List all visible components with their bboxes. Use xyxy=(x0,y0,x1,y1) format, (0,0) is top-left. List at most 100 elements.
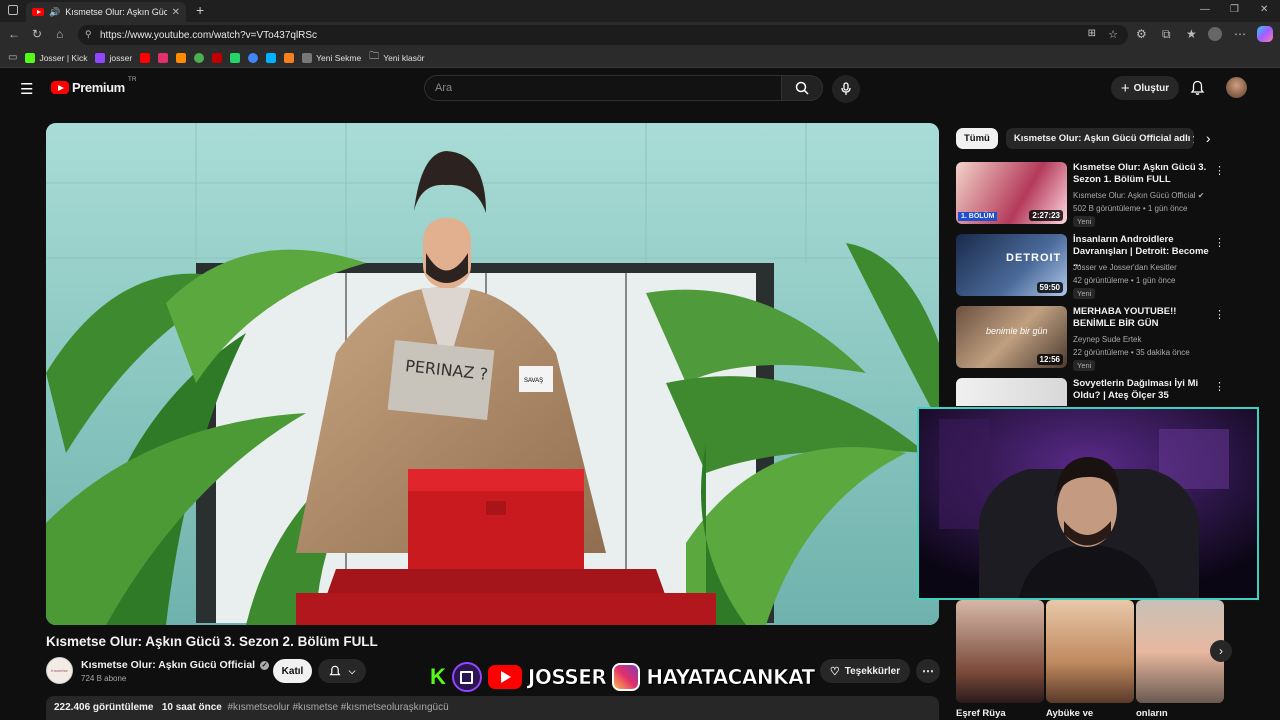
search-button[interactable] xyxy=(781,75,823,101)
video-player[interactable]: PERINAZ ? SAVAŞ xyxy=(46,123,939,625)
create-button[interactable]: + Oluştur xyxy=(1111,76,1179,100)
copilot-icon[interactable] xyxy=(1257,26,1273,42)
favorites-icon[interactable]: ★ xyxy=(1186,27,1197,41)
more-actions-icon[interactable]: ⋯ xyxy=(916,659,940,683)
bookmark-5[interactable] xyxy=(194,52,205,63)
short-thumbnail[interactable] xyxy=(956,600,1044,703)
thanks-button[interactable]: ♡ Teşekkürler xyxy=(820,659,910,683)
more-menu-icon[interactable]: ⋯ xyxy=(1234,27,1246,41)
new-badge: Yeni xyxy=(1073,216,1096,227)
bookmark-icon xyxy=(176,52,187,63)
video-meta: 42 görüntüleme • 1 gün önce xyxy=(1073,276,1176,285)
voice-search-button[interactable] xyxy=(832,75,860,103)
youtube-header: ☰ Premium TR Ara + Oluştur xyxy=(0,68,1280,108)
chip-channel[interactable]: Kısmetse Olur: Aşkın Gücü Official adlı … xyxy=(1005,127,1194,149)
more-options-icon[interactable]: ⋮ xyxy=(1214,164,1225,177)
short-thumbnail[interactable] xyxy=(1046,600,1134,703)
bookmark-icon xyxy=(230,52,241,63)
browser-tab-bar: 🔊 Kısmetse Olur: Aşkın Gücü 3 ✕ + — ❐ ✕ xyxy=(0,0,1280,22)
join-button[interactable]: Katıl xyxy=(273,659,312,683)
bookmark-icon xyxy=(284,52,295,63)
kick-logo-icon: K xyxy=(430,664,446,689)
short-title: Aybüke ve xyxy=(1046,708,1094,719)
maximize-icon[interactable]: ❐ xyxy=(1230,4,1239,15)
video-title: Sovyetlerin Dağılması İyi Mi Oldu? | Ate… xyxy=(1073,378,1199,401)
chevron-right-icon[interactable]: › xyxy=(1202,130,1211,146)
related-video-item[interactable]: DETROIT 59:50 İnsanların Androidlere Dav… xyxy=(956,234,1226,300)
related-video-item[interactable]: 1. BÖLÜM 2:27:23 Kısmetse Olur: Aşkın Gü… xyxy=(956,162,1226,228)
bookmark-8[interactable] xyxy=(248,52,259,63)
bookmark-4[interactable] xyxy=(176,52,187,63)
youtube-favicon-icon xyxy=(32,8,44,16)
bookmark-10[interactable] xyxy=(284,52,295,63)
minimize-icon[interactable]: — xyxy=(1200,4,1210,15)
new-badge: Yeni xyxy=(1073,360,1096,371)
plus-icon: + xyxy=(1120,79,1130,97)
bookmark-menu-icon[interactable]: ▭ xyxy=(8,52,17,63)
overlay-name-instagram: HAYATACANKAT xyxy=(646,665,815,690)
bookmark-1[interactable]: josser xyxy=(95,52,132,63)
video-thumbnail[interactable] xyxy=(956,378,1067,406)
video-duration: 2:27:23 xyxy=(1029,210,1063,221)
twitch-logo-icon xyxy=(451,662,482,692)
instagram-icon xyxy=(158,52,169,63)
hashtags[interactable]: #kısmetseolur #kısmetse #kısmetseoluraşk… xyxy=(227,702,448,713)
channel-name-row[interactable]: Kısmetse Olur: Aşkın Gücü Official ✓ xyxy=(81,659,270,671)
profile-avatar[interactable] xyxy=(1208,27,1222,41)
chevron-down-icon: ⌵ xyxy=(348,665,356,676)
notifications-bell-icon[interactable] xyxy=(1190,80,1205,96)
related-video-item[interactable]: Sovyetlerin Dağılması İyi Mi Oldu? | Ate… xyxy=(956,378,1226,406)
overlay-name-josser: JOSSER xyxy=(527,665,608,690)
new-tab-icon[interactable]: + xyxy=(196,2,204,18)
bookmarks-bar: ▭ Josser | Kick josser Yeni Sekme 🗀 Yeni … xyxy=(0,48,1280,68)
bookmark-0[interactable]: Josser | Kick xyxy=(25,52,87,63)
account-avatar[interactable] xyxy=(1226,77,1247,98)
logo-text: Premium xyxy=(72,80,125,95)
video-thumbnail[interactable]: DETROIT 59:50 xyxy=(956,234,1067,296)
stream-overlay-banner: K JOSSER HAYATACANKAT xyxy=(430,660,815,694)
bookmark-12[interactable]: 🗀 Yeni klasör xyxy=(369,49,424,66)
bookmark-9[interactable] xyxy=(266,52,277,63)
video-thumbnail[interactable]: benimle bir gün 12:56 xyxy=(956,306,1067,368)
bookmark-6[interactable] xyxy=(212,52,223,63)
search-input[interactable]: Ara xyxy=(424,75,782,101)
bookmark-11[interactable]: Yeni Sekme xyxy=(302,52,361,63)
refresh-icon[interactable]: ↻ xyxy=(32,27,42,41)
youtube-icon xyxy=(140,52,151,63)
close-window-icon[interactable]: ✕ xyxy=(1260,4,1268,15)
address-bar[interactable]: ⚲ https://www.youtube.com/watch?v=VTo437… xyxy=(78,25,1128,45)
video-thumbnail[interactable]: 1. BÖLÜM 2:27:23 xyxy=(956,162,1067,224)
more-options-icon[interactable]: ⋮ xyxy=(1214,380,1225,393)
back-icon[interactable]: ← xyxy=(8,27,20,41)
bookmark-7[interactable] xyxy=(230,52,241,63)
more-options-icon[interactable]: ⋮ xyxy=(1214,236,1225,249)
video-title: MERHABA YOUTUBE!! BENİMLE BİR GÜN xyxy=(1073,306,1177,329)
app-available-icon[interactable]: ⊞ xyxy=(1088,28,1096,39)
bookmark-instagram[interactable] xyxy=(158,52,169,63)
speaker-icon[interactable]: 🔊 xyxy=(49,7,60,18)
related-video-item[interactable]: benimle bir gün 12:56 MERHABA YOUTUBE!! … xyxy=(956,306,1226,372)
video-duration: 12:56 xyxy=(1036,354,1063,365)
tab-actions-icon[interactable] xyxy=(8,5,18,15)
webcam-feed xyxy=(919,409,1257,598)
hamburger-menu-icon[interactable]: ☰ xyxy=(20,80,33,98)
home-icon[interactable]: ⌂ xyxy=(56,27,63,41)
site-info-icon[interactable]: ⚲ xyxy=(85,29,92,40)
youtube-logo[interactable]: Premium TR xyxy=(51,76,137,95)
description-box[interactable]: 222.406 görüntüleme 10 saat önce #kısmet… xyxy=(46,696,939,720)
upload-age: 10 saat önce xyxy=(161,702,222,713)
bookmark-label: Yeni klasör xyxy=(383,52,425,63)
close-tab-icon[interactable]: ✕ xyxy=(172,7,180,18)
bookmark-youtube[interactable] xyxy=(140,52,151,63)
more-options-icon[interactable]: ⋮ xyxy=(1214,308,1225,321)
shorts-next-icon[interactable]: › xyxy=(1210,640,1232,662)
subscription-bell-button[interactable]: ⌵ xyxy=(318,659,366,683)
instagram-logo-icon xyxy=(612,663,641,691)
chip-all[interactable]: Tümü xyxy=(956,127,998,149)
channel-avatar[interactable]: Kısmetse xyxy=(46,657,73,684)
split-screen-icon[interactable]: ⧉ xyxy=(1162,27,1171,42)
video-title: Kısmetse Olur: Aşkın Gücü 3. Sezon 1. Bö… xyxy=(1073,162,1207,185)
favorite-star-icon[interactable]: ☆ xyxy=(1108,28,1118,41)
browser-tab-active[interactable]: 🔊 Kısmetse Olur: Aşkın Gücü 3 ✕ xyxy=(26,2,186,22)
extensions-icon[interactable]: ⚙ xyxy=(1136,27,1147,41)
